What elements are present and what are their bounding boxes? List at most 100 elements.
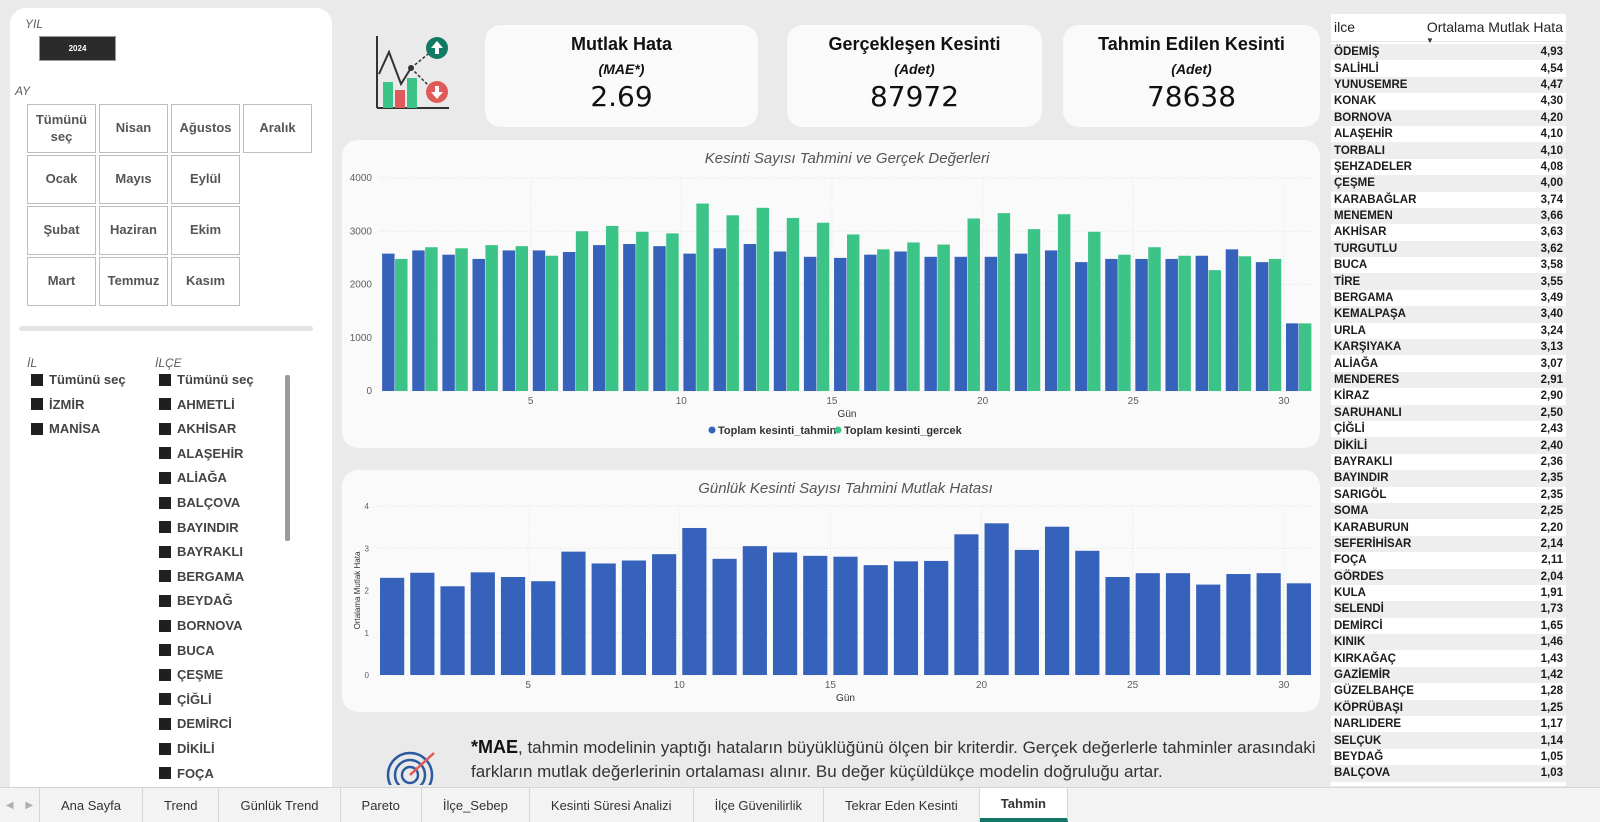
bar[interactable] xyxy=(816,222,830,391)
ilce-option[interactable]: FOÇA xyxy=(159,766,214,781)
table-row[interactable]: ALİAĞA 3,07 xyxy=(1331,355,1566,371)
table-row[interactable]: GAZİEMİR 1,42 xyxy=(1331,666,1566,684)
table-row[interactable]: TİRE 3,55 xyxy=(1331,273,1566,290)
table-row[interactable]: BAYRAKLI 2,36 xyxy=(1331,454,1566,470)
bar[interactable] xyxy=(1057,214,1071,391)
table-row[interactable]: BALÇOVA 1,03 xyxy=(1331,765,1566,782)
page-tab[interactable]: Pareto xyxy=(341,788,422,822)
month-button[interactable]: Mayıs xyxy=(99,155,168,204)
checkbox-icon[interactable] xyxy=(159,619,171,632)
bar[interactable] xyxy=(1044,526,1070,675)
bar[interactable] xyxy=(593,245,606,391)
bar[interactable] xyxy=(682,527,707,675)
chevron-left-icon[interactable]: ◀ xyxy=(6,800,14,811)
bar[interactable] xyxy=(562,252,576,391)
table-row[interactable]: KARABURUN 2,20 xyxy=(1331,519,1566,535)
bar[interactable] xyxy=(954,256,968,391)
checkbox-icon[interactable] xyxy=(159,447,171,460)
table-row[interactable]: KIRKAĞAÇ 1,43 xyxy=(1331,650,1566,666)
page-tab[interactable]: Kesinti Süresi Analizi xyxy=(530,788,694,822)
checkbox-icon[interactable] xyxy=(31,373,43,386)
ilce-option[interactable]: DEMİRCİ xyxy=(159,716,232,731)
il-option[interactable]: İZMİR xyxy=(31,397,84,412)
page-tab[interactable]: İlçe Güvenilirlik xyxy=(694,788,824,822)
bar[interactable] xyxy=(410,572,435,675)
bar[interactable] xyxy=(954,534,979,675)
bar[interactable] xyxy=(997,213,1011,391)
checkbox-icon[interactable] xyxy=(159,767,171,780)
bar[interactable] xyxy=(803,256,817,391)
bar[interactable] xyxy=(683,253,696,391)
bar[interactable] xyxy=(1044,250,1058,391)
bar[interactable] xyxy=(485,245,498,391)
table-row[interactable]: SELÇUK 1,14 xyxy=(1331,732,1566,749)
checkbox-icon[interactable] xyxy=(159,668,171,681)
bar[interactable] xyxy=(382,253,395,391)
bar[interactable] xyxy=(924,256,937,391)
bar[interactable] xyxy=(1014,549,1039,675)
bar[interactable] xyxy=(636,231,649,391)
bar[interactable] xyxy=(1105,576,1130,675)
bar[interactable] xyxy=(605,225,619,391)
bar[interactable] xyxy=(1135,573,1160,675)
bar[interactable] xyxy=(1118,254,1131,391)
table-row[interactable]: ÖDEMİŞ 4,93 xyxy=(1331,44,1566,61)
bar[interactable] xyxy=(1165,573,1191,675)
bar[interactable] xyxy=(1195,255,1209,391)
table-row[interactable]: MENEMEN 3,66 xyxy=(1331,207,1566,225)
table-row[interactable]: SEFERİHİSAR 2,14 xyxy=(1331,535,1566,553)
page-tab[interactable]: Tekrar Eden Kesinti xyxy=(824,788,980,822)
ilce-scrollbar[interactable] xyxy=(285,375,290,541)
sort-desc-icon[interactable]: ▼ xyxy=(1426,36,1434,45)
table-row[interactable]: URLA 3,24 xyxy=(1331,323,1566,339)
bar[interactable] xyxy=(772,552,798,675)
bar[interactable] xyxy=(712,558,737,675)
bar[interactable] xyxy=(440,586,465,675)
table-row[interactable]: BAYINDIR 2,35 xyxy=(1331,470,1566,487)
bar[interactable] xyxy=(395,258,408,391)
checkbox-icon[interactable] xyxy=(159,594,171,607)
table-row[interactable]: ŞEHZADELER 4,08 xyxy=(1331,159,1566,175)
checkbox-icon[interactable] xyxy=(159,373,171,386)
page-tab[interactable]: İlçe_Sebep xyxy=(422,788,530,822)
table-row[interactable]: DEMİRCİ 1,65 xyxy=(1331,618,1566,634)
bar[interactable] xyxy=(1286,583,1311,675)
table-row[interactable]: SARUHANLI 2,50 xyxy=(1331,404,1566,421)
month-button[interactable]: Şubat xyxy=(27,206,96,255)
table-row[interactable]: KEMALPAŞA 3,40 xyxy=(1331,306,1566,323)
bar[interactable] xyxy=(623,244,636,391)
bar[interactable] xyxy=(937,244,950,391)
table-row[interactable]: KONAK 4,30 xyxy=(1331,93,1566,109)
bar[interactable] xyxy=(591,563,616,675)
bar[interactable] xyxy=(1255,262,1269,391)
ilce-option[interactable]: AHMETLİ xyxy=(159,397,235,412)
chevron-right-icon[interactable]: ▶ xyxy=(25,800,33,811)
bar[interactable] xyxy=(1196,584,1221,675)
ilce-option[interactable]: BAYINDIR xyxy=(159,520,239,535)
bar[interactable] xyxy=(713,248,726,391)
bar[interactable] xyxy=(515,246,529,391)
year-filter-chip[interactable]: 2024 xyxy=(39,36,116,61)
table-row[interactable]: BEYDAĞ 1,05 xyxy=(1331,749,1566,765)
checkbox-icon[interactable] xyxy=(31,398,43,410)
checkbox-icon[interactable] xyxy=(159,570,171,583)
bar[interactable] xyxy=(500,576,526,675)
table-row[interactable]: DİKİLİ 2,40 xyxy=(1331,437,1566,454)
bar[interactable] xyxy=(532,250,546,391)
page-tab[interactable]: Trend xyxy=(143,788,220,822)
bar[interactable] xyxy=(425,247,438,391)
bar[interactable] xyxy=(773,251,787,391)
ilce-option[interactable]: BEYDAĞ xyxy=(159,593,233,608)
month-button[interactable]: Kasım xyxy=(171,257,240,306)
bar[interactable] xyxy=(743,244,757,391)
checkbox-icon[interactable] xyxy=(159,693,171,706)
checkbox-icon[interactable] xyxy=(159,521,171,534)
bar[interactable] xyxy=(1238,256,1252,391)
bar[interactable] xyxy=(863,565,888,675)
bar[interactable] xyxy=(1268,258,1282,391)
table-row[interactable]: SARIGÖL 2,35 xyxy=(1331,487,1566,503)
table-row[interactable]: KİRAZ 2,90 xyxy=(1331,388,1566,404)
table-row[interactable]: KINIK 1,46 xyxy=(1331,634,1566,651)
bar[interactable] xyxy=(847,234,860,391)
bar[interactable] xyxy=(380,577,405,675)
